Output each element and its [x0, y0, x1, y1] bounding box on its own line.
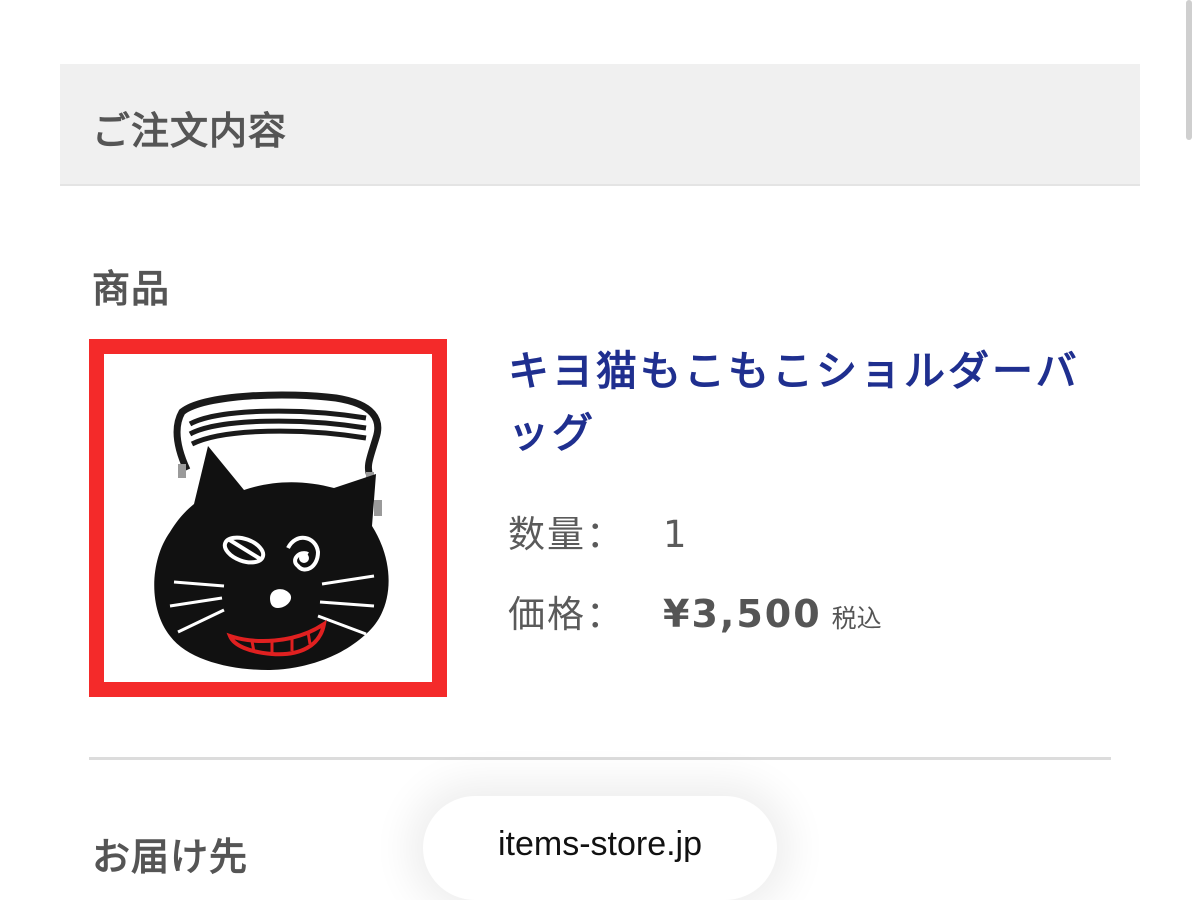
quantity-label: 数量： — [508, 513, 625, 556]
order-summary-header: ご注文内容 — [60, 64, 1140, 186]
price-value: ¥3,500 — [663, 592, 822, 636]
tax-note: 税込 — [831, 604, 882, 633]
price-label: 価格： — [508, 593, 625, 636]
cat-bag-icon — [154, 391, 389, 670]
product-name-link[interactable]: キヨ猫もこもこショルダーバッグ — [508, 340, 1108, 464]
address-bar[interactable]: items-store.jp — [423, 796, 777, 900]
section-divider — [89, 757, 1111, 760]
product-section-label: 商品 — [92, 267, 171, 311]
scrollbar[interactable] — [1186, 0, 1192, 140]
url-text: items-store.jp — [497, 825, 703, 863]
quantity-value: 1 — [663, 513, 688, 556]
quantity-row: 数量： 1 — [508, 504, 688, 558]
order-summary-title: ご注文内容 — [92, 109, 288, 153]
product-image[interactable] — [89, 339, 447, 697]
price-row: 価格： ¥3,500 税込 — [508, 584, 882, 638]
